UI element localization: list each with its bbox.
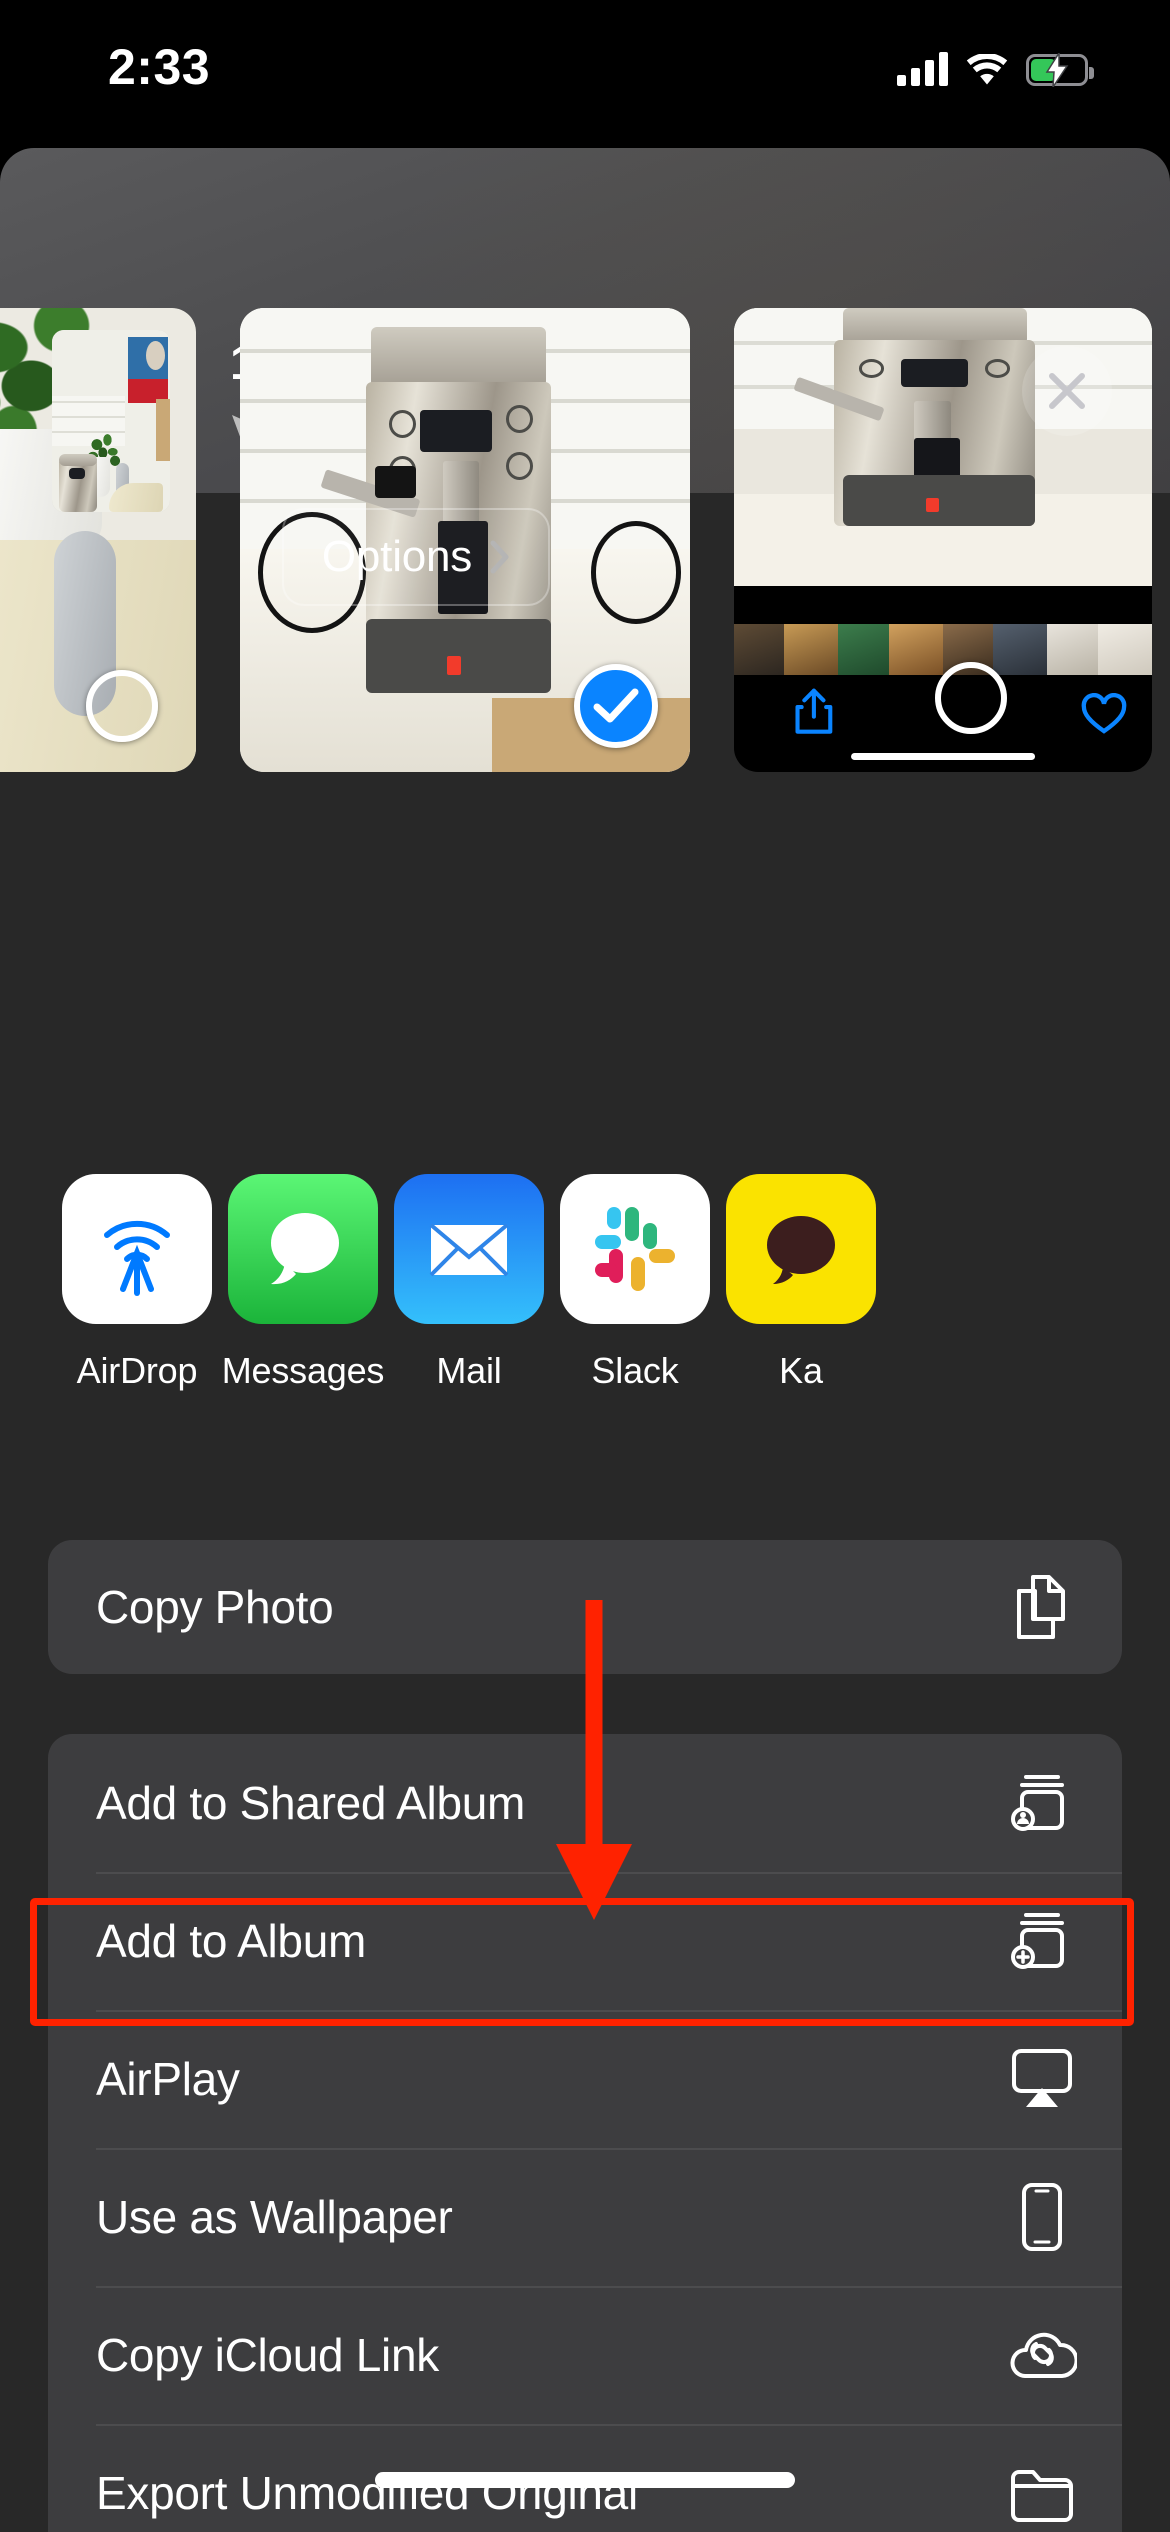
options-button-label: Options: [321, 532, 473, 581]
app-share-row[interactable]: AirDrop Messages Mail Slack Ka: [0, 1174, 1170, 1444]
kakaotalk-icon: [726, 1174, 876, 1324]
app-label: AirDrop: [76, 1350, 198, 1391]
mail-icon: [394, 1174, 544, 1324]
app-kakaotalk[interactable]: Ka: [718, 1174, 884, 1392]
options-button[interactable]: Options: [282, 508, 550, 606]
avatar[interactable]: [52, 330, 170, 512]
app-label: Ka: [779, 1350, 823, 1391]
checkmark-circle-icon[interactable]: [574, 664, 658, 748]
annotation-highlight-box: [30, 1898, 1134, 2026]
close-button[interactable]: [1022, 346, 1112, 436]
action-label: AirPlay: [96, 2053, 240, 2105]
action-row-airplay[interactable]: AirPlay: [48, 2010, 1122, 2148]
slack-icon: [560, 1174, 710, 1324]
app-airdrop[interactable]: AirDrop: [54, 1174, 220, 1392]
link-cloud-icon: [1006, 2319, 1078, 2391]
empty-circle-icon[interactable]: [86, 670, 158, 742]
messages-icon: [228, 1174, 378, 1324]
folder-icon: [1006, 2457, 1078, 2529]
wifi-icon: [966, 54, 1008, 85]
action-label: Copy iCloud Link: [96, 2329, 439, 2381]
share-sheet: 1 Photo Selected Location Is Included Op…: [0, 148, 1170, 2532]
status-bar-indicators: [897, 44, 1094, 87]
iphone-icon: [1006, 2181, 1078, 2253]
battery-charging-icon: [1026, 53, 1094, 87]
doc-on-doc-icon: [1006, 1571, 1078, 1643]
app-slack[interactable]: Slack: [552, 1174, 718, 1392]
empty-circle-icon[interactable]: [934, 662, 1007, 734]
chevron-right-icon: [490, 540, 509, 574]
status-bar: 2:33: [0, 0, 1170, 132]
action-row-use-as-wallpaper[interactable]: Use as Wallpaper: [48, 2148, 1122, 2286]
signal-bars-icon: [897, 52, 948, 86]
app-mail[interactable]: Mail: [386, 1174, 552, 1392]
app-messages[interactable]: Messages: [220, 1174, 386, 1392]
close-icon: [1049, 373, 1085, 409]
share-icon: [794, 689, 832, 735]
heart-icon: [1081, 693, 1127, 734]
app-label: Slack: [591, 1350, 679, 1391]
airdrop-icon: [62, 1174, 212, 1324]
annotation-arrow-icon: [556, 1600, 632, 1920]
app-label: Mail: [436, 1350, 502, 1391]
home-indicator: [375, 2472, 795, 2488]
airplay-icon: [1006, 2043, 1078, 2115]
action-row-copy-icloud-link[interactable]: Copy iCloud Link: [48, 2286, 1122, 2424]
action-label: Use as Wallpaper: [96, 2191, 453, 2243]
photo-carousel[interactable]: [0, 296, 1170, 790]
status-bar-time: 2:33: [108, 39, 211, 95]
app-label: Messages: [221, 1350, 385, 1391]
person-rectangle-stack-icon: [1006, 1767, 1078, 1839]
